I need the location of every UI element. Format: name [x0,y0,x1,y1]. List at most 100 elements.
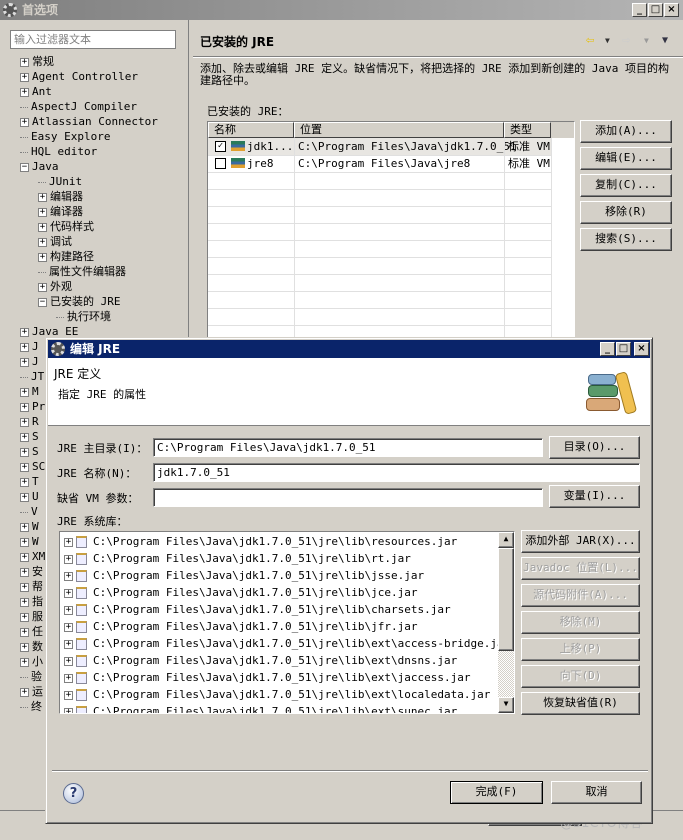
libraries-scrollbar[interactable]: ▲ ▼ [498,532,514,713]
tree-item[interactable]: + 指 [20,594,43,609]
search-button[interactable]: 搜索(S)... [580,228,672,251]
library-item[interactable]: + C:\Program Files\Java\jdk1.7.0_51\jre\l… [64,551,411,566]
expand-icon[interactable]: + [20,387,29,397]
forward-dropdown-icon[interactable]: ▼ [644,36,649,45]
tree-item[interactable]: + 外观 [38,279,72,294]
library-item[interactable]: + C:\Program Files\Java\jdk1.7.0_51\jre\l… [64,619,418,634]
move-up-button[interactable]: 上移(P) [521,638,640,661]
tree-item[interactable]: + R [20,414,39,429]
forward-icon[interactable]: ⇨ [622,32,630,48]
tree-item[interactable]: − 已安装的 JRE [38,294,122,309]
library-item[interactable]: + C:\Program Files\Java\jdk1.7.0_51\jre\l… [64,687,490,702]
expand-icon[interactable]: + [20,357,29,367]
library-item[interactable]: + C:\Program Files\Java\jdk1.7.0_51\jre\l… [64,568,424,583]
expand-icon[interactable]: + [38,192,47,202]
variables-button[interactable]: 变量(I)... [549,485,640,508]
tree-item[interactable]: + 小 [20,654,43,669]
directory-button[interactable]: 目录(O)... [549,436,640,459]
tree-item[interactable]: + 代码样式 [38,219,94,234]
filter-input[interactable]: 输入过滤器文本 [10,30,176,49]
tree-item[interactable]: + 常规 [20,54,54,69]
jre-checkbox[interactable] [215,158,226,169]
expand-icon[interactable]: + [38,282,47,292]
expand-icon[interactable]: + [20,642,29,652]
jre-row[interactable]: jre8 C:\Program Files\Java\jre8 标准 VM [208,155,551,172]
tree-item[interactable]: JUnit [38,174,82,189]
tree-item[interactable]: + Agent Controller [20,69,138,84]
tree-item[interactable]: 执行环境 [56,309,111,324]
view-menu-icon[interactable]: ▼ [662,35,668,46]
back-dropdown-icon[interactable]: ▼ [605,36,610,45]
move-down-button[interactable]: 向下(D) [521,665,640,688]
tree-item[interactable]: + U [20,489,39,504]
library-item[interactable]: + C:\Program Files\Java\jdk1.7.0_51\jre\l… [64,636,510,651]
tree-item[interactable]: + J [20,354,39,369]
expand-icon[interactable]: + [20,327,29,337]
expand-icon[interactable]: + [38,237,47,247]
tree-item[interactable]: + 运 [20,684,43,699]
tree-item[interactable]: + XM [20,549,45,564]
jre-home-input[interactable]: C:\Program Files\Java\jdk1.7.0_51 [153,438,543,457]
expand-icon[interactable]: + [20,477,29,487]
tree-item[interactable]: + 安 [20,564,43,579]
scroll-thumb[interactable] [498,548,514,651]
collapse-icon[interactable]: − [38,297,47,307]
expand-icon[interactable]: + [20,402,29,412]
scroll-down-button[interactable]: ▼ [498,697,514,713]
source-attachment-button[interactable]: 源代码附件(A)... [521,584,640,607]
tree-item[interactable]: 验 [20,669,42,684]
tree-item[interactable]: Easy Explore [20,129,110,144]
column-header-name[interactable]: 名称 [208,122,294,138]
expand-icon[interactable]: + [64,571,73,581]
maximize-button[interactable]: □ [648,3,663,17]
library-item[interactable]: + C:\Program Files\Java\jdk1.7.0_51\jre\l… [64,670,471,685]
expand-icon[interactable]: + [20,57,29,67]
expand-icon[interactable]: + [64,707,73,713]
tree-item[interactable]: + SC [20,459,45,474]
add-external-jar-button[interactable]: 添加外部 JAR(X)... [521,530,640,553]
tree-item[interactable]: + S [20,444,39,459]
library-item[interactable]: + C:\Program Files\Java\jdk1.7.0_51\jre\l… [64,704,457,713]
jre-checkbox[interactable]: ✓ [215,141,226,152]
expand-icon[interactable]: + [20,462,29,472]
expand-icon[interactable]: + [64,622,73,632]
expand-icon[interactable]: + [20,117,29,127]
expand-icon[interactable]: + [20,552,29,562]
tree-item[interactable]: + S [20,429,39,444]
dialog-maximize-button[interactable]: □ [616,342,631,356]
tree-item[interactable]: AspectJ Compiler [20,99,137,114]
expand-icon[interactable]: + [20,522,29,532]
expand-icon[interactable]: + [20,537,29,547]
library-item[interactable]: + C:\Program Files\Java\jdk1.7.0_51\jre\l… [64,653,457,668]
expand-icon[interactable]: + [20,687,29,697]
expand-icon[interactable]: + [64,673,73,683]
finish-button[interactable]: 完成(F) [450,781,543,804]
back-icon[interactable]: ⇦ [586,32,594,48]
collapse-icon[interactable]: − [20,162,29,172]
tree-item[interactable]: + T [20,474,39,489]
javadoc-location-button[interactable]: Javadoc 位置(L)... [521,557,640,580]
tree-item[interactable]: + 编辑器 [38,189,83,204]
tree-item[interactable]: + 编译器 [38,204,83,219]
jre-name-input[interactable]: jdk1.7.0_51 [153,463,640,482]
expand-icon[interactable]: + [20,657,29,667]
expand-icon[interactable]: + [64,605,73,615]
library-item[interactable]: + C:\Program Files\Java\jdk1.7.0_51\jre\l… [64,585,418,600]
expand-icon[interactable]: + [20,597,29,607]
help-icon[interactable]: ? [63,783,84,804]
expand-icon[interactable]: + [20,447,29,457]
expand-icon[interactable]: + [64,554,73,564]
expand-icon[interactable]: + [64,588,73,598]
expand-icon[interactable]: + [64,639,73,649]
library-item[interactable]: + C:\Program Files\Java\jdk1.7.0_51\jre\l… [64,602,451,617]
column-header-location[interactable]: 位置 [294,122,504,138]
tree-item[interactable]: JT [20,369,44,384]
expand-icon[interactable]: + [20,87,29,97]
expand-icon[interactable]: + [38,222,47,232]
tree-item[interactable]: + Atlassian Connector [20,114,158,129]
remove-library-button[interactable]: 移除(M) [521,611,640,634]
column-header-type[interactable]: 类型 [504,122,551,138]
expand-icon[interactable]: + [20,72,29,82]
copy-button[interactable]: 复制(C)... [580,174,672,197]
dialog-title-bar[interactable]: 编辑 JRE _ □ × [48,340,650,358]
